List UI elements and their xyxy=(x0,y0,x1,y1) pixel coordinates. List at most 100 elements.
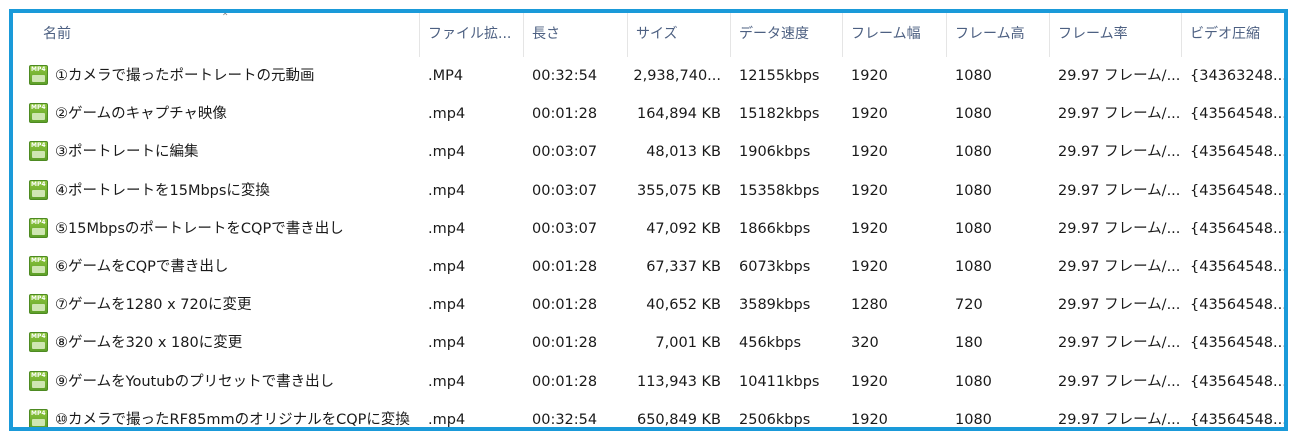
column-header-compression[interactable]: ビデオ圧縮 xyxy=(1182,13,1284,57)
column-header-row: ⌃ 名前 ファイル拡... 長さ サイズ データ速度 フレーム幅 フレーム高 フ… xyxy=(13,13,1284,57)
mp4-file-icon: MP4 xyxy=(29,332,48,353)
mp4-icon-label: MP4 xyxy=(31,180,46,188)
file-row[interactable]: MP4 ⑨ゲームをYoutubのプリセットで書き出し .mp4 00:01:28 113… xyxy=(13,363,1284,401)
file-compression-cell: {43564548... xyxy=(1190,373,1284,390)
file-length-cell: 00:03:07 xyxy=(532,220,598,237)
file-datarate-cell: 1866kbps xyxy=(739,220,811,237)
file-name-cell[interactable]: MP4 ⑧ゲームを320 x 180に変更 xyxy=(25,324,425,362)
file-datarate-cell: 2506kbps xyxy=(739,411,811,428)
file-length-cell: 00:03:07 xyxy=(532,182,598,199)
mp4-file-icon: MP4 xyxy=(29,103,48,124)
file-name[interactable]: ③ポートレートに編集 xyxy=(55,133,199,171)
file-row[interactable]: MP4 ⑦ゲームを1280 x 720に変更 .mp4 00:01:28 40,652 … xyxy=(13,286,1284,324)
mp4-icon-label: MP4 xyxy=(31,104,46,112)
icon-decoration xyxy=(32,304,45,312)
icon-decoration xyxy=(32,113,45,121)
file-name[interactable]: ②ゲームのキャプチャ映像 xyxy=(55,95,227,133)
file-name[interactable]: ①カメラで撮ったポートレートの元動画 xyxy=(55,57,315,95)
file-name-cell[interactable]: MP4 ②ゲームのキャプチャ映像 xyxy=(25,95,425,133)
file-length-cell: 00:32:54 xyxy=(532,411,598,428)
file-length-cell: 00:32:54 xyxy=(532,68,598,84)
file-size-cell: 164,894 KB xyxy=(636,106,721,123)
file-name-cell[interactable]: MP4 ⑩カメラで撮ったRF85mmのオリジナルをCQPに変換 xyxy=(25,401,425,427)
column-header-width[interactable]: フレーム幅 xyxy=(843,13,946,57)
file-width-cell: 1920 xyxy=(851,182,888,199)
column-header-framerate[interactable]: フレーム率 xyxy=(1050,13,1181,57)
file-size-cell: 2,938,740... xyxy=(633,68,721,84)
file-size-cell: 67,337 KB xyxy=(646,259,721,275)
file-length-cell: 00:01:28 xyxy=(532,259,598,275)
file-compression-cell: {43564548... xyxy=(1190,411,1284,428)
mp4-file-icon: MP4 xyxy=(29,256,48,276)
file-name[interactable]: ④ポートレートを15Mbpsに変換 xyxy=(55,172,270,210)
file-name-cell[interactable]: MP4 ⑦ゲームを1280 x 720に変更 xyxy=(25,286,425,324)
file-datarate-cell: 1906kbps xyxy=(739,144,811,161)
mp4-icon-label: MP4 xyxy=(31,333,46,341)
file-name[interactable]: ⑥ゲームをCQPで書き出し xyxy=(55,248,228,286)
file-length-cell: 00:01:28 xyxy=(532,106,598,123)
file-row[interactable]: MP4 ④ポートレートを15Mbpsに変換 .mp4 00:03:07 355,075 … xyxy=(13,172,1284,210)
file-datarate-cell: 3589kbps xyxy=(739,297,811,314)
icon-decoration xyxy=(32,75,45,82)
file-compression-cell: {43564548... xyxy=(1190,259,1284,275)
file-row[interactable]: MP4 ⑥ゲームをCQPで書き出し .mp4 00:01:28 67,337 KB 607… xyxy=(13,248,1284,286)
file-row[interactable]: MP4 ①カメラで撮ったポートレートの元動画 .MP4 00:32:54 2,938,7… xyxy=(13,57,1284,95)
file-size-cell: 650,849 KB xyxy=(636,411,721,428)
file-name[interactable]: ⑤15MbpsのポートレートをCQPで書き出し xyxy=(55,210,344,248)
file-name[interactable]: ⑩カメラで撮ったRF85mmのオリジナルをCQPに変換 xyxy=(55,401,410,427)
file-size-cell: 48,013 KB xyxy=(646,144,721,161)
file-framerate-cell: 29.97 フレーム/... xyxy=(1058,411,1181,428)
column-header-ext[interactable]: ファイル拡... xyxy=(420,13,523,57)
file-framerate-cell: 29.97 フレーム/... xyxy=(1058,144,1181,161)
file-width-cell: 1280 xyxy=(851,297,888,314)
mp4-icon-label: MP4 xyxy=(31,142,46,150)
file-name[interactable]: ⑦ゲームを1280 x 720に変更 xyxy=(55,286,251,324)
file-name-cell[interactable]: MP4 ⑥ゲームをCQPで書き出し xyxy=(25,248,425,286)
column-header-datarate[interactable]: データ速度 xyxy=(731,13,842,57)
file-size-cell: 113,943 KB xyxy=(636,373,721,390)
file-name[interactable]: ⑧ゲームを320 x 180に変更 xyxy=(55,324,242,362)
mp4-icon-label: MP4 xyxy=(31,257,46,264)
column-header-length[interactable]: 長さ xyxy=(524,13,627,57)
mp4-icon-label: MP4 xyxy=(31,295,46,303)
mp4-file-icon: MP4 xyxy=(29,294,48,315)
file-datarate-cell: 6073kbps xyxy=(739,259,811,275)
file-height-cell: 1080 xyxy=(955,220,992,237)
mp4-icon-label: MP4 xyxy=(31,409,46,417)
file-datarate-cell: 15358kbps xyxy=(739,182,820,199)
mp4-file-icon: MP4 xyxy=(29,179,48,200)
file-height-cell: 1080 xyxy=(955,411,992,428)
file-length-cell: 00:01:28 xyxy=(532,297,598,314)
icon-decoration xyxy=(32,266,45,273)
mp4-file-icon: MP4 xyxy=(29,217,48,238)
file-length-cell: 00:01:28 xyxy=(532,373,598,390)
file-ext-cell: .mp4 xyxy=(428,106,466,123)
file-row[interactable]: MP4 ③ポートレートに編集 .mp4 00:03:07 48,013 KB 1906kb… xyxy=(13,133,1284,171)
file-ext-cell: .mp4 xyxy=(428,335,466,352)
file-compression-cell: {43564548... xyxy=(1190,220,1284,237)
file-framerate-cell: 29.97 フレーム/... xyxy=(1058,373,1181,390)
file-row[interactable]: MP4 ②ゲームのキャプチャ映像 .mp4 00:01:28 164,894 KB 151… xyxy=(13,95,1284,133)
file-ext-cell: .mp4 xyxy=(428,144,466,161)
column-header-name[interactable]: 名前 xyxy=(35,13,421,57)
file-width-cell: 1920 xyxy=(851,373,888,390)
mp4-file-icon: MP4 xyxy=(29,65,48,85)
file-name-cell[interactable]: MP4 ⑨ゲームをYoutubのプリセットで書き出し xyxy=(25,363,425,401)
column-header-size[interactable]: サイズ xyxy=(628,13,730,57)
file-name-cell[interactable]: MP4 ③ポートレートに編集 xyxy=(25,133,425,171)
file-row[interactable]: MP4 ⑤15MbpsのポートレートをCQPで書き出し .mp4 00:03:07 47… xyxy=(13,210,1284,248)
file-name[interactable]: ⑨ゲームをYoutubのプリセットで書き出し xyxy=(55,363,334,401)
file-name-cell[interactable]: MP4 ①カメラで撮ったポートレートの元動画 xyxy=(25,57,425,95)
file-datarate-cell: 10411kbps xyxy=(739,373,820,390)
file-ext-cell: .MP4 xyxy=(428,68,464,84)
column-header-height[interactable]: フレーム高 xyxy=(947,13,1049,57)
file-height-cell: 1080 xyxy=(955,144,992,161)
file-row[interactable]: MP4 ⑧ゲームを320 x 180に変更 .mp4 00:01:28 7,001 KB… xyxy=(13,324,1284,362)
file-name-cell[interactable]: MP4 ⑤15MbpsのポートレートをCQPで書き出し xyxy=(25,210,425,248)
mp4-file-icon: MP4 xyxy=(29,370,48,391)
file-datarate-cell: 15182kbps xyxy=(739,106,820,123)
file-height-cell: 720 xyxy=(955,297,983,314)
file-row[interactable]: MP4 ⑩カメラで撮ったRF85mmのオリジナルをCQPに変換 .mp4 00:32:… xyxy=(13,401,1284,428)
icon-decoration xyxy=(32,380,45,388)
file-name-cell[interactable]: MP4 ④ポートレートを15Mbpsに変換 xyxy=(25,172,425,210)
